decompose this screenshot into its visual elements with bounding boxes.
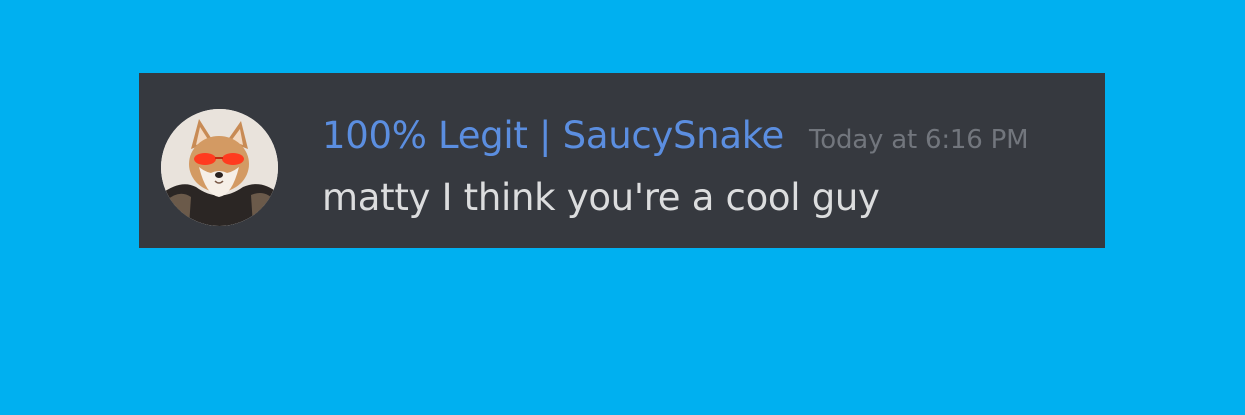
chat-message: 100% Legit | SaucySnake Today at 6:16 PM… [139, 73, 1105, 248]
message-content: matty I think you're a cool guy [322, 176, 880, 219]
avatar[interactable] [161, 109, 278, 226]
username[interactable]: 100% Legit | SaucySnake [322, 113, 784, 159]
shiba-dog-avatar-icon [161, 109, 278, 226]
message-header: 100% Legit | SaucySnake Today at 6:16 PM [322, 113, 1029, 163]
timestamp: Today at 6:16 PM [808, 125, 1029, 155]
